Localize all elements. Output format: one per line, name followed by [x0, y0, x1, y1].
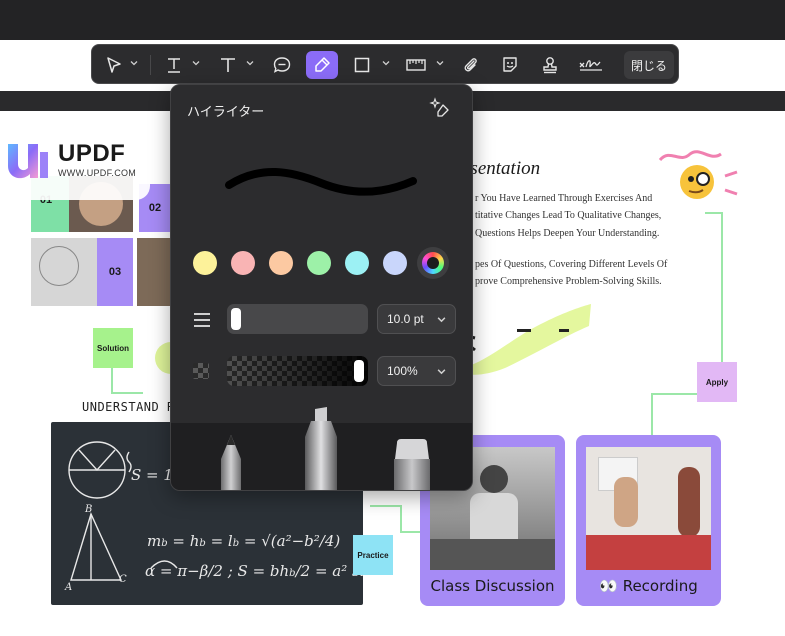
updf-logo-text: UPDF	[58, 140, 126, 167]
sticky-note-practice: Practice	[353, 535, 393, 575]
highlighter-settings-popover: ハイライター 10.0 pt 100%	[170, 84, 473, 491]
thickness-slider[interactable]	[227, 304, 368, 334]
presentation-line: Questions Helps Deepen Your Understandin…	[475, 228, 660, 239]
select-tool-button[interactable]	[100, 51, 128, 79]
photo-card-recording: 👀 Recording	[576, 435, 721, 606]
chevron-down-icon[interactable]	[130, 59, 138, 67]
presentation-line: titative Changes Lead To Qualitative Cha…	[475, 210, 662, 221]
comment-tool-button[interactable]	[268, 51, 296, 79]
ruler-icon	[406, 59, 426, 71]
line-thickness-icon	[194, 313, 210, 327]
svg-text:A: A	[64, 582, 72, 593]
stamp-tool-button[interactable]	[536, 51, 564, 79]
opacity-slider-handle[interactable]	[354, 360, 364, 382]
understand-heading: UNDERSTAND R	[82, 400, 175, 414]
thinking-emoji-doodle	[658, 150, 738, 199]
stamp-icon	[543, 57, 557, 74]
marker-pen-option[interactable]	[299, 407, 343, 491]
opacity-checker-icon	[193, 363, 209, 379]
highlighter-icon	[315, 57, 330, 72]
svg-text:B: B	[84, 504, 92, 515]
signature-icon	[579, 60, 602, 71]
toolbar-separator	[150, 55, 151, 75]
app-title-bar	[0, 0, 785, 40]
chevron-down-icon[interactable]	[192, 59, 200, 67]
highlighter-tool-button[interactable]	[306, 51, 338, 79]
popover-title: ハイライター	[187, 105, 265, 120]
section-number-03: 03	[97, 238, 133, 306]
opacity-slider[interactable]	[227, 356, 368, 386]
color-swatch-orange[interactable]	[269, 251, 293, 275]
highlighter-settings-icon[interactable]	[429, 97, 451, 119]
connector-line-apply	[721, 212, 723, 362]
rectangle-icon	[354, 57, 370, 73]
text-underline-icon	[168, 58, 180, 73]
connector-line-solution-h	[111, 392, 143, 394]
connector-line-apply-t	[705, 212, 723, 214]
text-tool-button[interactable]	[214, 51, 242, 79]
presentation-line: pes Of Questions, Covering Different Lev…	[475, 259, 668, 270]
thickness-slider-handle[interactable]	[231, 308, 241, 330]
cursor-arrow-icon	[107, 57, 121, 73]
photo-recording	[586, 447, 711, 570]
close-button[interactable]: 閉じる	[624, 51, 674, 79]
sticky-note-solution: Solution	[93, 328, 133, 368]
presentation-line: prove Comprehensive Problem-Solving Skil…	[475, 276, 662, 287]
measure-tool-button[interactable]	[402, 51, 430, 79]
pen-type-selector	[171, 407, 472, 491]
annotation-toolbar: 閉じる	[91, 44, 679, 84]
text-icon	[221, 58, 235, 72]
updf-logo-icon	[8, 144, 48, 179]
chevron-down-icon	[437, 317, 446, 323]
eyes-icon: 👀	[599, 577, 623, 595]
svg-text:C: C	[119, 574, 127, 585]
connector-line-practice-h2	[400, 531, 420, 533]
chevron-down-icon	[437, 369, 446, 375]
connector-line-practice-v	[400, 505, 402, 533]
thickness-dropdown[interactable]: 10.0 pt	[377, 304, 456, 334]
chevron-down-icon[interactable]	[436, 59, 444, 67]
paperclip-icon	[464, 58, 477, 72]
sticker-icon	[503, 57, 517, 72]
text-underline-tool-button[interactable]	[160, 51, 188, 79]
sticky-note-apply: Apply	[697, 362, 737, 402]
caption-recording-text: Recording	[622, 577, 698, 595]
connector-line-practice	[370, 505, 402, 507]
color-swatch-pink[interactable]	[231, 251, 255, 275]
pencil-pen-option[interactable]	[211, 433, 251, 491]
presentation-title: esentation	[462, 158, 541, 179]
green-highlight-stroke	[466, 304, 591, 375]
eraser-pen-option[interactable]	[391, 437, 433, 491]
updf-logo-url: WWW.UPDF.COM	[58, 168, 137, 178]
photo-sketches	[31, 238, 97, 306]
connector-line-solution	[111, 368, 113, 394]
attachment-tool-button[interactable]	[456, 51, 484, 79]
color-picker-wheel-icon[interactable]	[417, 247, 449, 279]
svg-text:α = π−β/2 ; S = bhb/2 = a² si: α = π−β/2 ; S = bhb/2 = a² sinβ/2	[145, 562, 363, 580]
color-swatch-lavender[interactable]	[383, 251, 407, 275]
sticker-tool-button[interactable]	[496, 51, 524, 79]
svg-text:mb = hb = lb = √(a²−b²/4): mb = hb = lb = √(a²−b²/4)	[147, 532, 340, 550]
photo-classroom-small	[137, 238, 170, 306]
color-swatch-cyan[interactable]	[345, 251, 369, 275]
color-swatch-green[interactable]	[307, 251, 331, 275]
chevron-down-icon[interactable]	[246, 59, 254, 67]
connector-line-apply-v	[651, 393, 653, 435]
shape-tool-button[interactable]	[348, 51, 376, 79]
stroke-preview	[225, 167, 417, 196]
caption-recording: 👀 Recording	[576, 577, 721, 595]
caption-class-discussion: Class Discussion	[430, 577, 555, 595]
chevron-down-icon[interactable]	[382, 59, 390, 67]
opacity-dropdown[interactable]: 100%	[377, 356, 456, 386]
color-swatch-yellow[interactable]	[193, 251, 217, 275]
thickness-value: 10.0 pt	[387, 312, 424, 326]
signature-tool-button[interactable]	[576, 51, 606, 79]
presentation-line: r You Have Learned Through Exercises And	[475, 193, 653, 204]
opacity-value: 100%	[387, 364, 418, 378]
connector-line-apply-h	[651, 393, 697, 395]
speech-bubble-icon	[273, 57, 291, 73]
